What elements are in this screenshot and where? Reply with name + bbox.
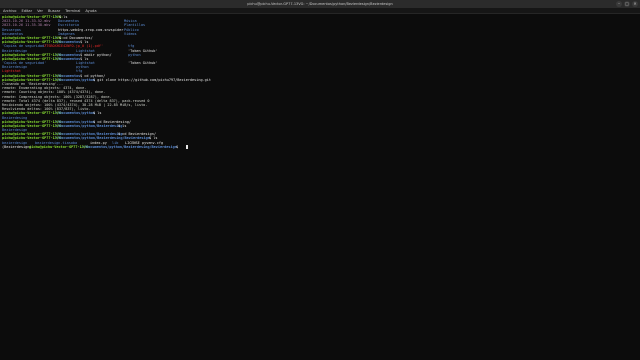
menu-bar: Archivo Editar Ver Buscar Terminal Ayuda xyxy=(0,8,640,14)
menu-ver[interactable]: Ver xyxy=(37,9,43,13)
window-titlebar: pichu@pichu-Vector-GP77-13VG: ~/Document… xyxy=(0,0,640,8)
prompt-user: pichu@pichu-Vector-GP77-13VG: xyxy=(29,144,91,149)
terminal-line: (Bezierdesign) pichu@pichu-Vector-GP77-1… xyxy=(2,145,638,149)
menu-buscar[interactable]: Buscar xyxy=(48,9,60,13)
terminal-output[interactable]: pichu@pichu-Vector-GP77-13VG: ~ $ ls 202… xyxy=(0,15,640,360)
close-button[interactable]: ✕ xyxy=(632,1,638,7)
window-controls: – □ ✕ xyxy=(616,1,638,7)
venv-indicator: (Bezierdesign) xyxy=(2,144,32,149)
menu-terminal[interactable]: Terminal xyxy=(65,9,80,13)
text-cursor xyxy=(186,145,188,149)
menu-ayuda[interactable]: Ayuda xyxy=(85,9,96,13)
prompt-path: ~/Documentos/python/Bezierdesing/Bezierd… xyxy=(82,144,177,149)
menu-editar[interactable]: Editar xyxy=(21,9,32,13)
minimize-button[interactable]: – xyxy=(616,1,622,7)
command: $ xyxy=(176,144,181,149)
maximize-button[interactable]: □ xyxy=(624,1,630,7)
menu-archivo[interactable]: Archivo xyxy=(3,9,16,13)
window-title: pichu@pichu-Vector-GP77-13VG: ~/Document… xyxy=(247,2,393,6)
